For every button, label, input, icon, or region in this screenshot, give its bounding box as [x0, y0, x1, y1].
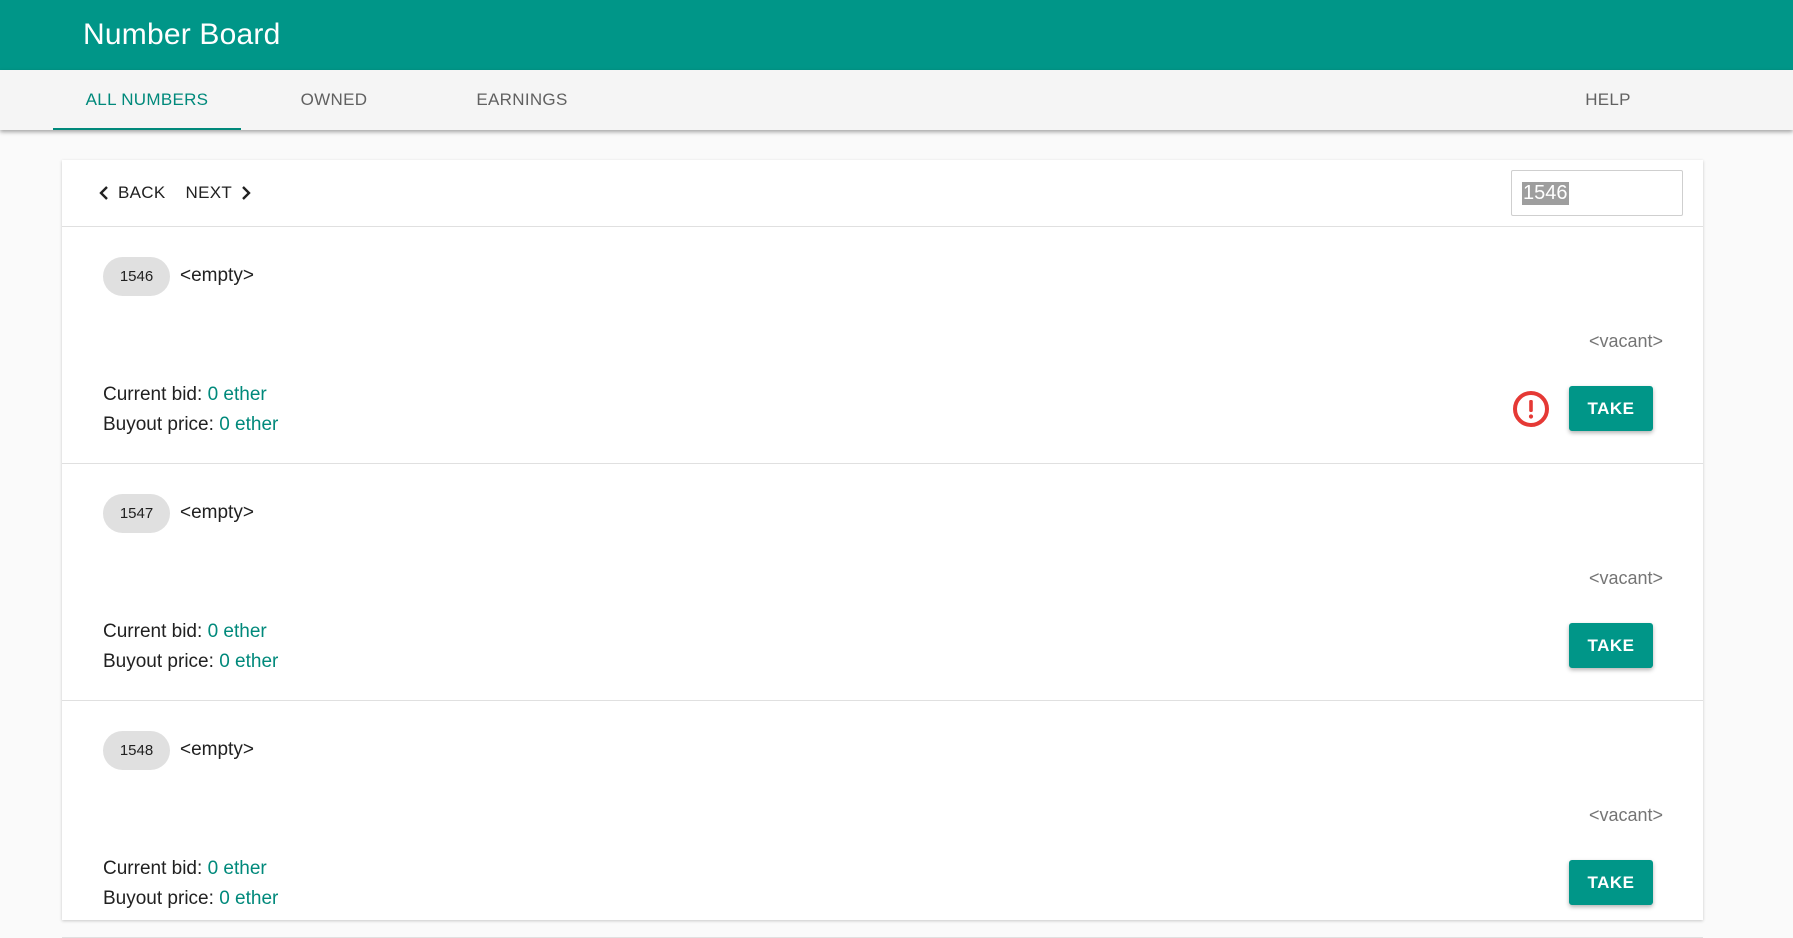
number-content: <empty> — [180, 265, 254, 286]
chevron-right-icon — [242, 186, 251, 200]
price-info: Current bid: 0 ether Buyout price: 0 eth… — [103, 854, 278, 914]
number-row: 1548 <empty> <vacant> Current bid: 0 eth… — [62, 701, 1703, 938]
number-content: <empty> — [180, 502, 254, 523]
next-button[interactable]: NEXT — [186, 183, 253, 203]
take-button[interactable]: TAKE — [1569, 386, 1653, 431]
back-label: BACK — [118, 183, 166, 202]
alert-circle-icon — [1513, 391, 1549, 427]
tab-owned[interactable]: OWNED — [241, 70, 427, 130]
owner-status: <vacant> — [1588, 805, 1663, 825]
price-info: Current bid: 0 ether Buyout price: 0 eth… — [103, 617, 278, 677]
buyout-label: Buyout price: — [103, 888, 214, 909]
app-title: Number Board — [83, 18, 281, 51]
chevron-left-icon — [99, 186, 108, 200]
numbers-card: BACK NEXT 1546 1546 <empty> <vacant> Cur… — [62, 160, 1703, 938]
current-bid-value: 0 ether — [207, 621, 267, 642]
number-search-value: 1546 — [1522, 181, 1569, 205]
number-row: 1546 <empty> <vacant> Current bid: 0 eth… — [62, 227, 1703, 464]
tab-help[interactable]: HELP — [1508, 70, 1708, 130]
buyout-label: Buyout price: — [103, 414, 214, 435]
buyout-value: 0 ether — [219, 414, 279, 435]
owner-status: <vacant> — [1588, 331, 1663, 351]
owner-status: <vacant> — [1588, 568, 1663, 588]
buyout-line: Buyout price: 0 ether — [103, 884, 278, 914]
tab-bar: ALL NUMBERS OWNED EARNINGS HELP — [0, 70, 1793, 130]
tab-all-numbers[interactable]: ALL NUMBERS — [53, 70, 241, 130]
take-button[interactable]: TAKE — [1569, 860, 1653, 905]
current-bid-value: 0 ether — [207, 858, 267, 879]
buyout-value: 0 ether — [219, 888, 279, 909]
tab-earnings[interactable]: EARNINGS — [427, 70, 617, 130]
current-bid-line: Current bid: 0 ether — [103, 854, 278, 884]
current-bid-value: 0 ether — [207, 384, 267, 405]
current-bid-label: Current bid: — [103, 621, 203, 642]
buyout-value: 0 ether — [219, 651, 279, 672]
number-content: <empty> — [180, 739, 254, 760]
number-chip: 1547 — [103, 494, 170, 533]
current-bid-label: Current bid: — [103, 858, 203, 879]
current-bid-label: Current bid: — [103, 384, 203, 405]
number-chip: 1548 — [103, 731, 170, 770]
pager-toolbar: BACK NEXT 1546 — [62, 160, 1703, 227]
price-info: Current bid: 0 ether Buyout price: 0 eth… — [103, 380, 278, 440]
number-row: 1547 <empty> <vacant> Current bid: 0 eth… — [62, 464, 1703, 701]
app-bar: Number Board — [0, 0, 1793, 70]
current-bid-line: Current bid: 0 ether — [103, 380, 278, 410]
buyout-line: Buyout price: 0 ether — [103, 647, 278, 677]
buyout-label: Buyout price: — [103, 651, 214, 672]
current-bid-line: Current bid: 0 ether — [103, 617, 278, 647]
next-label: NEXT — [185, 183, 233, 202]
number-chip: 1546 — [103, 257, 170, 296]
number-search-input[interactable]: 1546 — [1511, 170, 1683, 216]
take-button[interactable]: TAKE — [1569, 623, 1653, 668]
back-button[interactable]: BACK — [98, 183, 166, 203]
buyout-line: Buyout price: 0 ether — [103, 410, 278, 440]
